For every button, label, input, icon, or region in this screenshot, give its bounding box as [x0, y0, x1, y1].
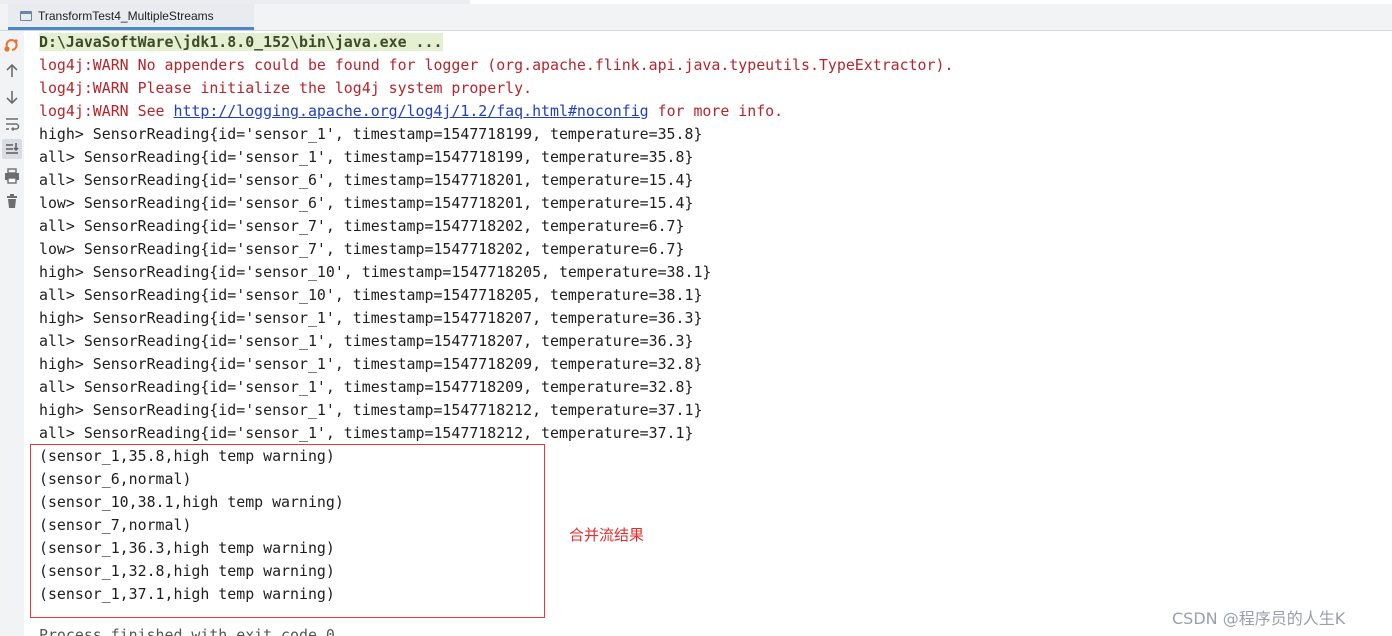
console-line: low> SensorReading{id='sensor_7', timest… [39, 240, 685, 258]
tab-transformtest4[interactable]: TransformTest4_MultipleStreams [8, 4, 254, 30]
console-line: all> SensorReading{id='sensor_6', timest… [39, 171, 694, 189]
trash-icon[interactable] [2, 191, 22, 211]
console-line: high> SensorReading{id='sensor_1', times… [39, 125, 703, 143]
console-line: low> SensorReading{id='sensor_6', timest… [39, 194, 694, 212]
warn-prefix: log4j:WARN See [39, 102, 174, 120]
console-line: all> SensorReading{id='sensor_10', times… [39, 286, 703, 304]
command-text: D:\JavaSoftWare\jdk1.8.0_152\bin\java.ex… [39, 33, 444, 51]
process-finished-line: Process finished with exit code 0 [39, 626, 335, 636]
print-icon[interactable] [2, 166, 22, 186]
console-window-icon [20, 10, 32, 21]
arrow-down-icon[interactable] [2, 87, 22, 107]
console-line: high> SensorReading{id='sensor_1', times… [39, 309, 703, 327]
console-toolbar [0, 31, 24, 636]
console-line: all> SensorReading{id='sensor_1', timest… [39, 424, 694, 442]
merged-stream-highlight-box [30, 444, 545, 618]
run-tab-bar: TransformTest4_MultipleStreams [0, 4, 1392, 31]
console-line: high> SensorReading{id='sensor_10', time… [39, 263, 712, 281]
tab-label: TransformTest4_MultipleStreams [38, 8, 214, 23]
soft-wrap-icon[interactable] [2, 114, 22, 134]
console-line: high> SensorReading{id='sensor_1', times… [39, 401, 703, 419]
warn-line: log4j:WARN No appenders could be found f… [39, 56, 954, 74]
merged-stream-annotation: 合并流结果 [569, 526, 645, 544]
warn-line: log4j:WARN See http://logging.apache.org… [39, 100, 783, 123]
console-line: high> SensorReading{id='sensor_1', times… [39, 355, 703, 373]
console-line: all> SensorReading{id='sensor_1', timest… [39, 148, 694, 166]
csdn-watermark: CSDN @程序员的人生K [1172, 609, 1346, 628]
console-line: all> SensorReading{id='sensor_7', timest… [39, 217, 685, 235]
scroll-to-end-icon[interactable] [2, 139, 22, 159]
arrow-up-icon[interactable] [2, 61, 22, 81]
warn-suffix: for more info. [648, 102, 784, 120]
log4j-faq-link[interactable]: http://logging.apache.org/log4j/1.2/faq.… [173, 102, 648, 120]
command-line: D:\JavaSoftWare\jdk1.8.0_152\bin\java.ex… [39, 31, 444, 54]
console-line: all> SensorReading{id='sensor_1', timest… [39, 378, 694, 396]
console-line: all> SensorReading{id='sensor_1', timest… [39, 332, 694, 350]
rerun-icon[interactable] [2, 35, 22, 55]
warn-line: log4j:WARN Please initialize the log4j s… [39, 79, 533, 97]
